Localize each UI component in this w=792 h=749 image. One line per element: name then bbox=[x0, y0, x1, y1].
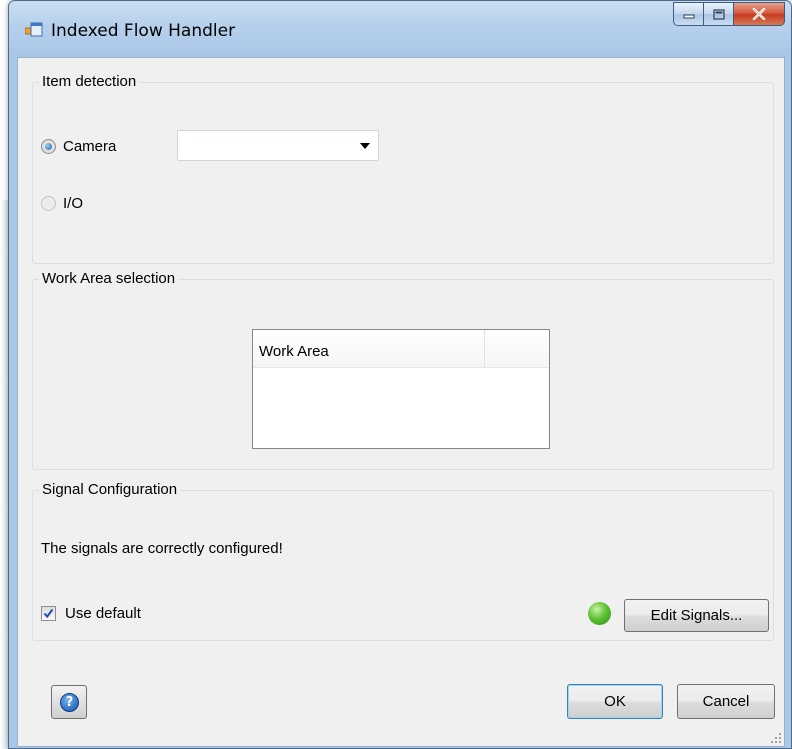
ok-button[interactable]: OK bbox=[567, 684, 663, 719]
item-detection-group: Item detection Camera I/O bbox=[32, 73, 774, 264]
close-icon bbox=[752, 8, 766, 20]
background-edge bbox=[0, 200, 8, 749]
caption-buttons bbox=[673, 2, 785, 26]
window-title: Indexed Flow Handler bbox=[51, 21, 236, 41]
work-area-list-header: Work Area bbox=[253, 330, 549, 368]
cancel-label: Cancel bbox=[702, 693, 750, 710]
cancel-button[interactable]: Cancel bbox=[677, 684, 775, 719]
maximize-button[interactable] bbox=[703, 2, 733, 26]
column-header-work-area[interactable]: Work Area bbox=[253, 330, 485, 368]
help-button[interactable]: ? bbox=[51, 685, 87, 719]
signal-configuration-group: Signal Configuration The signals are cor… bbox=[32, 481, 774, 641]
io-label: I/O bbox=[63, 195, 84, 212]
signal-status-text: The signals are correctly configured! bbox=[41, 540, 283, 557]
work-area-title: Work Area selection bbox=[39, 270, 179, 288]
column-header-empty[interactable] bbox=[485, 330, 549, 368]
signal-configuration-title: Signal Configuration bbox=[39, 481, 181, 499]
close-button[interactable] bbox=[733, 2, 785, 26]
work-area-list[interactable]: Work Area bbox=[252, 329, 550, 449]
minimize-icon bbox=[683, 14, 694, 19]
camera-radio[interactable] bbox=[41, 139, 56, 154]
dialog-client-area: Item detection Camera I/O Work Area sele… bbox=[17, 57, 785, 747]
camera-label: Camera bbox=[63, 138, 117, 155]
edit-signals-label: Edit Signals... bbox=[650, 607, 743, 624]
signal-status-led-icon bbox=[588, 602, 611, 625]
io-radio[interactable] bbox=[41, 196, 56, 211]
checkmark-icon bbox=[43, 608, 54, 619]
item-detection-title: Item detection bbox=[39, 73, 140, 91]
resize-grip-icon[interactable] bbox=[770, 732, 782, 744]
title-bar[interactable]: Indexed Flow Handler bbox=[9, 1, 791, 57]
chevron-down-icon bbox=[360, 143, 370, 149]
app-window-icon bbox=[25, 22, 43, 37]
edit-signals-button[interactable]: Edit Signals... bbox=[624, 599, 769, 632]
minimize-button[interactable] bbox=[673, 2, 703, 26]
work-area-group: Work Area selection Work Area bbox=[32, 270, 774, 470]
dialog-window: Indexed Flow Handler Item detection Came… bbox=[8, 0, 792, 749]
use-default-checkbox[interactable] bbox=[41, 606, 56, 621]
column-header-label: Work Area bbox=[259, 343, 329, 360]
ok-label: OK bbox=[604, 693, 626, 710]
use-default-label: Use default bbox=[65, 605, 141, 622]
camera-select[interactable] bbox=[177, 130, 379, 161]
help-icon: ? bbox=[60, 693, 79, 712]
maximize-icon bbox=[712, 8, 725, 20]
